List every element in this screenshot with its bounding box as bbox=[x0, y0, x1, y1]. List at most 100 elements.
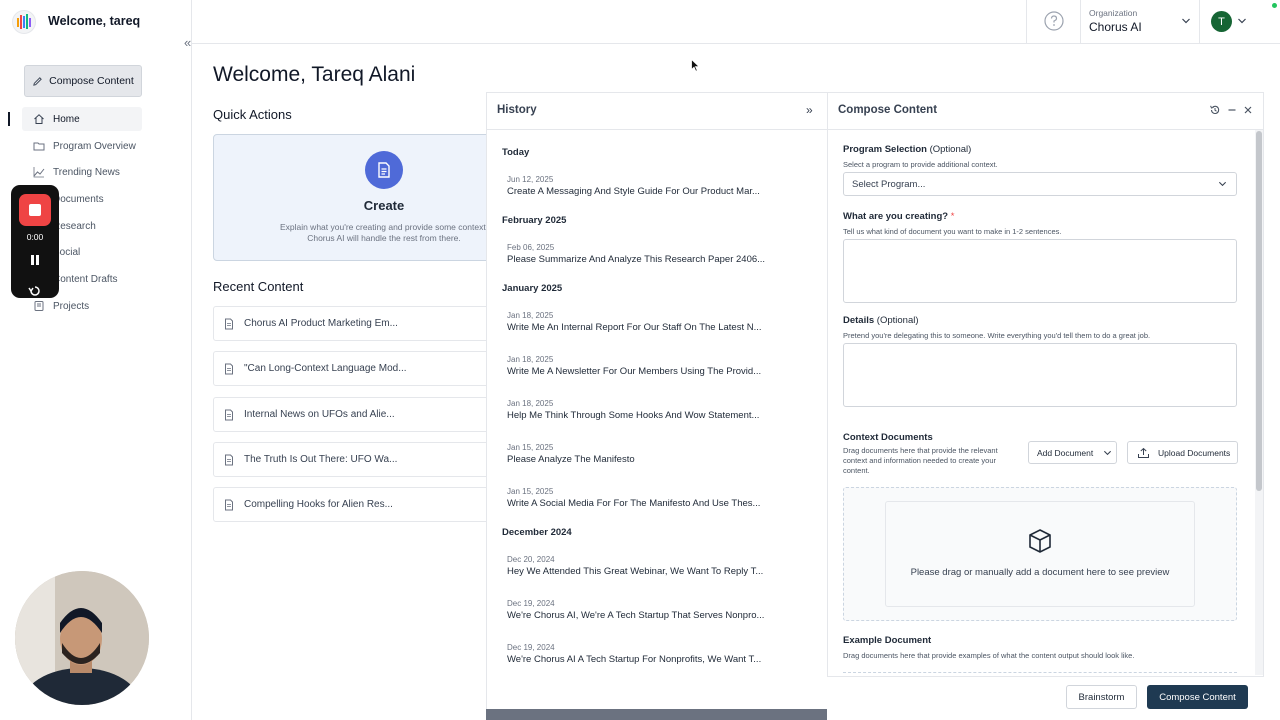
history-item[interactable]: Write Me An Internal Report For Our Staf… bbox=[507, 322, 769, 333]
mouse-cursor-icon bbox=[691, 59, 700, 72]
document-icon bbox=[365, 151, 403, 189]
history-item[interactable]: Please Analyze The Manifesto bbox=[507, 454, 769, 465]
chevron-down-icon[interactable] bbox=[1237, 17, 1247, 25]
history-item-date: Dec 19, 2024 bbox=[507, 599, 555, 608]
history-item[interactable]: We're Chorus AI A Tech Startup For Nonpr… bbox=[507, 654, 769, 665]
sidebar-item-label: Research bbox=[53, 220, 96, 232]
document-icon bbox=[225, 409, 233, 420]
history-item[interactable]: Write A Social Media For For The Manifes… bbox=[507, 498, 769, 509]
recent-content-item[interactable]: Internal News on UFOs and Alie... bbox=[213, 397, 503, 432]
history-item[interactable]: Please Summarize And Analyze This Resear… bbox=[507, 254, 769, 265]
organization-label: Organization bbox=[1089, 8, 1138, 18]
history-item-date: Dec 19, 2024 bbox=[507, 643, 555, 652]
dropzone-text: Please drag or manually add a document h… bbox=[910, 567, 1170, 578]
pencil-icon bbox=[33, 76, 42, 86]
history-item[interactable]: Create A Messaging And Style Guide For O… bbox=[507, 186, 769, 197]
compose-button-label: Compose Content bbox=[49, 75, 134, 87]
history-item[interactable]: Write Me A Newsletter For Our Members Us… bbox=[507, 366, 769, 377]
history-item-date: Jun 12, 2025 bbox=[507, 175, 554, 184]
history-item-date: Jan 18, 2025 bbox=[507, 311, 554, 320]
page-title: Welcome, Tareq Alani bbox=[213, 63, 416, 86]
horizontal-scrollbar[interactable] bbox=[486, 709, 827, 720]
details-label: Details (Optional) bbox=[843, 315, 919, 326]
sidebar-item-trending-news[interactable]: Trending News bbox=[22, 160, 142, 184]
history-item-date: Feb 06, 2025 bbox=[507, 243, 555, 252]
home-icon bbox=[34, 114, 44, 124]
document-icon bbox=[225, 318, 233, 329]
expand-icon[interactable]: » bbox=[806, 103, 813, 117]
history-item-date: Jan 18, 2025 bbox=[507, 355, 554, 364]
minimize-icon[interactable] bbox=[1226, 104, 1238, 116]
recent-content-label: The Truth Is Out There: UFO Wa... bbox=[244, 454, 398, 465]
stop-recording-button[interactable] bbox=[19, 194, 51, 226]
add-document-button[interactable]: Add Document bbox=[1028, 441, 1117, 464]
program-selection-label: Program Selection (Optional) bbox=[843, 144, 972, 155]
sidebar-item-label: Program Overview bbox=[53, 140, 136, 152]
recent-content-item[interactable]: The Truth Is Out There: UFO Wa... bbox=[213, 442, 503, 477]
active-nav-indicator bbox=[8, 112, 10, 126]
document-icon bbox=[225, 499, 233, 510]
compose-submit-button[interactable]: Compose Content bbox=[1147, 685, 1248, 709]
history-icon[interactable] bbox=[1209, 104, 1221, 116]
sidebar-item-home[interactable]: Home bbox=[22, 107, 142, 131]
details-textarea[interactable] bbox=[843, 343, 1237, 407]
recent-content-item[interactable]: "Can Long-Context Language Mod... bbox=[213, 351, 503, 386]
history-item-date: Jan 15, 2025 bbox=[507, 487, 554, 496]
document-icon bbox=[225, 454, 233, 465]
sidebar-item-label: Documents bbox=[53, 193, 104, 205]
close-icon[interactable] bbox=[1242, 104, 1254, 116]
history-group-label: December 2024 bbox=[502, 527, 572, 538]
recent-content-item[interactable]: Compelling Hooks for Alien Res... bbox=[213, 487, 503, 522]
sidebar-item-label: Home bbox=[53, 113, 80, 125]
recent-content-label: "Can Long-Context Language Mod... bbox=[244, 363, 407, 374]
avatar[interactable]: T bbox=[1211, 11, 1232, 32]
restart-icon[interactable] bbox=[28, 285, 42, 297]
chevron-down-icon bbox=[1104, 450, 1112, 455]
program-selection-help: Select a program to provide additional c… bbox=[843, 160, 998, 169]
creating-label: What are you creating? * bbox=[843, 211, 955, 222]
recording-widget: 0:00 bbox=[11, 185, 59, 298]
history-item-date: Jan 18, 2025 bbox=[507, 399, 554, 408]
upload-documents-label: Upload Documents bbox=[1158, 447, 1231, 458]
context-documents-label: Context Documents bbox=[843, 432, 933, 443]
projects-icon bbox=[34, 301, 44, 311]
recent-content-item[interactable]: Chorus AI Product Marketing Em... bbox=[213, 306, 503, 341]
history-item[interactable]: Help Me Think Through Some Hooks And Wow… bbox=[507, 410, 769, 421]
history-title: History bbox=[497, 104, 537, 116]
quick-actions-title: Quick Actions bbox=[213, 107, 292, 122]
history-item[interactable]: We're Chorus AI, We're A Tech Startup Th… bbox=[507, 610, 769, 621]
recent-content-label: Compelling Hooks for Alien Res... bbox=[244, 499, 393, 510]
divider bbox=[486, 129, 827, 130]
recent-content-label: Chorus AI Product Marketing Em... bbox=[244, 318, 398, 329]
chevron-down-icon bbox=[1182, 18, 1190, 24]
chevron-down-icon bbox=[1218, 181, 1227, 187]
brainstorm-button[interactable]: Brainstorm bbox=[1066, 685, 1137, 709]
collapse-sidebar-icon[interactable]: « bbox=[184, 35, 191, 50]
recording-timer: 0:00 bbox=[26, 232, 44, 242]
history-item-date: Dec 20, 2024 bbox=[507, 555, 555, 564]
recent-content-label: Internal News on UFOs and Alie... bbox=[244, 409, 395, 420]
example-document-label: Example Document bbox=[843, 635, 932, 646]
document-icon bbox=[225, 363, 233, 374]
divider bbox=[827, 129, 1264, 130]
upload-documents-button[interactable]: Upload Documents bbox=[1127, 441, 1238, 464]
online-status-dot bbox=[1272, 3, 1277, 8]
add-document-label: Add Document bbox=[1037, 447, 1094, 458]
scrollbar-thumb[interactable] bbox=[1256, 131, 1262, 491]
compose-content-button[interactable]: Compose Content bbox=[24, 65, 142, 97]
history-item[interactable]: Hey We Attended This Great Webinar, We W… bbox=[507, 566, 769, 577]
folder-icon bbox=[33, 142, 45, 151]
history-group-label: Today bbox=[502, 147, 530, 158]
details-help: Pretend you're delegating this to someon… bbox=[843, 331, 1151, 340]
example-document-help: Drag documents here that provide example… bbox=[843, 651, 1135, 660]
sidebar-welcome: Welcome, tareq bbox=[48, 14, 141, 28]
sidebar-item-label: Trending News bbox=[53, 166, 120, 178]
pause-icon[interactable] bbox=[29, 254, 41, 266]
sidebar-item-program-overview[interactable]: Program Overview bbox=[22, 134, 142, 158]
help-icon[interactable] bbox=[1044, 11, 1064, 31]
program-select[interactable]: Select Program... bbox=[843, 172, 1237, 196]
box-icon bbox=[1029, 529, 1051, 553]
creating-textarea[interactable] bbox=[843, 239, 1237, 303]
upload-icon bbox=[1138, 447, 1149, 458]
context-documents-help: Drag documents here that provide the rel… bbox=[843, 446, 998, 475]
